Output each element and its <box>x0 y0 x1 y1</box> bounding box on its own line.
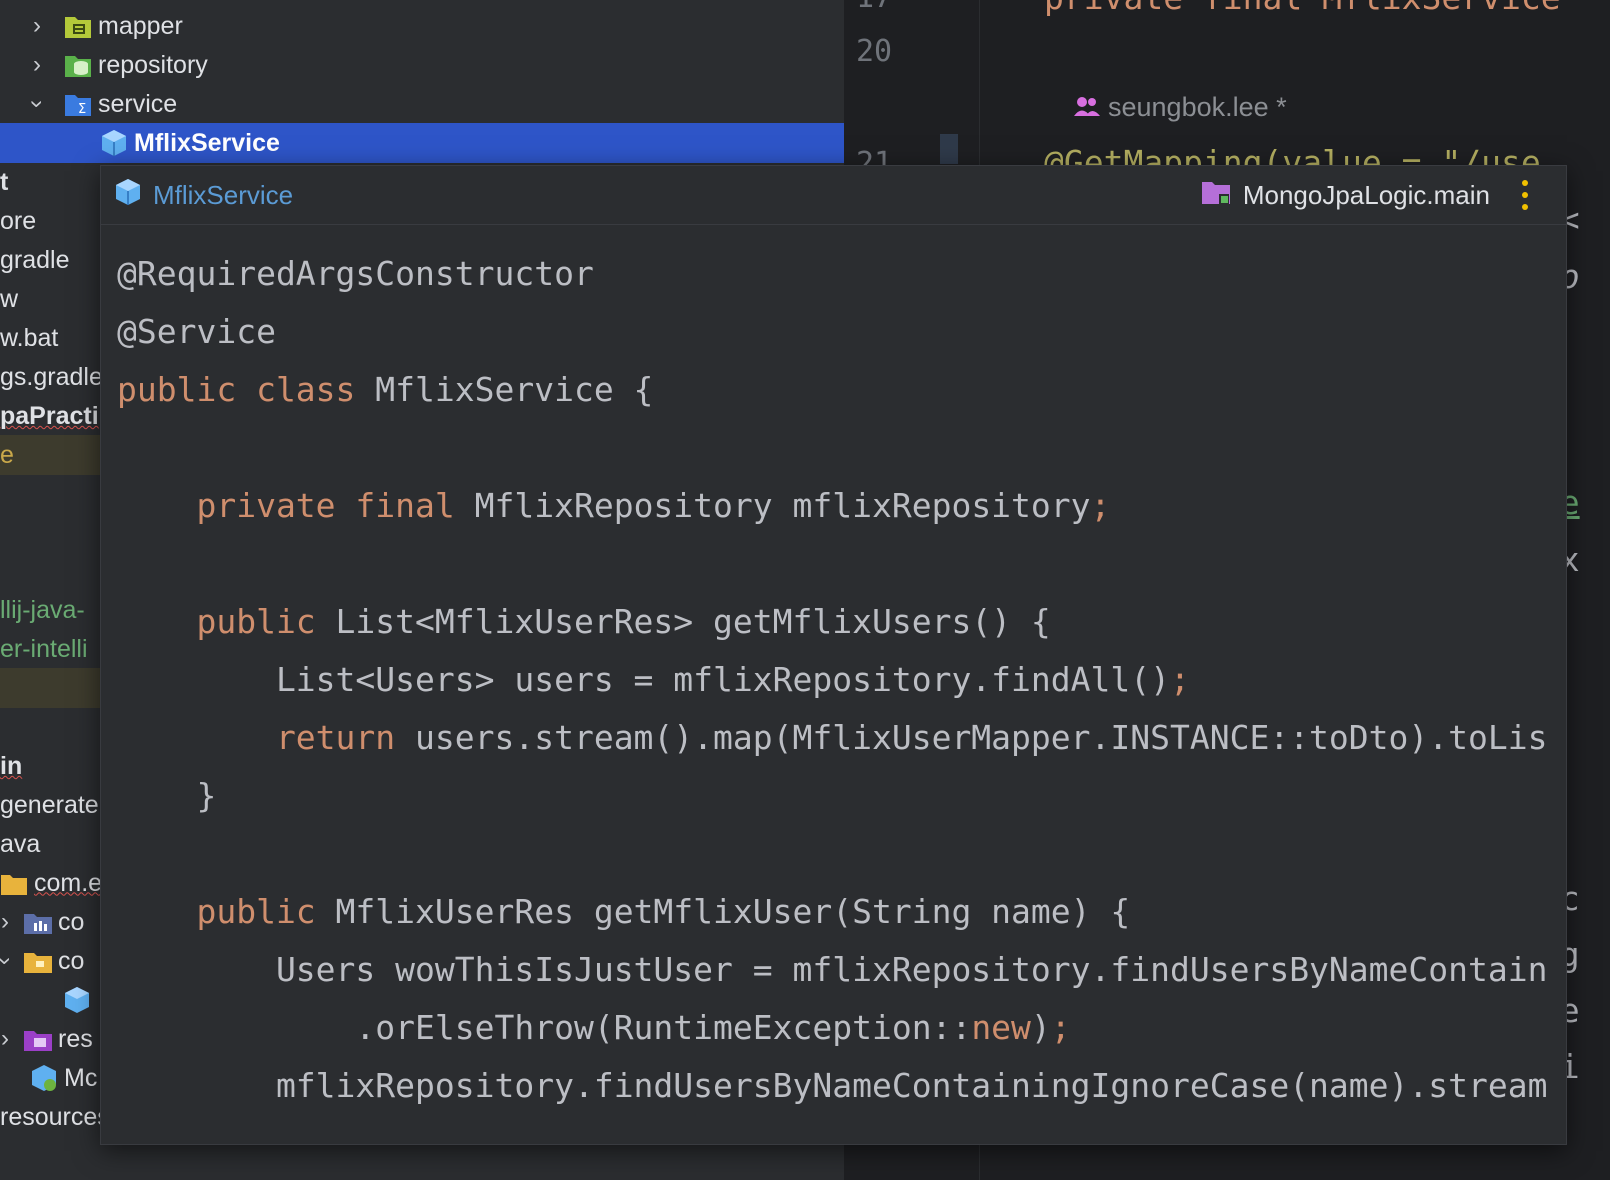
popup-module-label: MongoJpaLogic.main <box>1242 179 1490 210</box>
tree-item-mapper[interactable]: › mapper <box>0 6 844 46</box>
tree-item-label: Mc <box>64 1063 98 1092</box>
code-token: MflixService { <box>375 370 654 409</box>
code-token: .orElseThrow(RuntimeException:: <box>117 1008 972 1047</box>
code-fragment: private final MflixService <box>1044 0 1561 17</box>
code-line[interactable]: public MflixUserRes getMflixUser(String … <box>101 883 1566 941</box>
code-token: @RequiredArgsConstructor <box>117 254 594 293</box>
code-token: MflixRepository mflixRepository <box>474 486 1091 525</box>
chevron-right-icon[interactable]: › <box>24 6 50 46</box>
users-icon <box>1074 92 1100 123</box>
tree-partial-label[interactable]: ava <box>0 824 40 864</box>
code-line[interactable]: @RequiredArgsConstructor <box>101 245 1566 303</box>
tree-item-label: MflixService <box>134 128 280 157</box>
tree-partial-label[interactable]: llij-java- <box>0 590 85 630</box>
tree-item-service[interactable]: › Σ service <box>0 84 844 124</box>
code-line[interactable] <box>101 825 1566 883</box>
tree-item-label: co <box>58 907 85 936</box>
popup-code-area[interactable]: @RequiredArgsConstructor @Service public c… <box>101 225 1566 1115</box>
package-folder-icon <box>0 869 28 897</box>
code-token: mflixRepository.findUsersByNameContainin… <box>117 1066 1548 1105</box>
code-token: ; <box>1170 660 1190 699</box>
author-label: seungbok.lee * <box>1108 92 1287 122</box>
code-token: List<MflixUserRes> getMflixUsers() { <box>335 602 1051 641</box>
code-line[interactable]: public class MflixService { <box>101 361 1566 419</box>
code-line[interactable]: Users wowThisIsJustUser = mflixRepositor… <box>101 941 1566 999</box>
code-token: ; <box>1050 1008 1071 1047</box>
tree-item-repository[interactable]: › repository <box>0 45 844 85</box>
tree-partial-label[interactable]: paPracti <box>0 396 99 436</box>
tree-partial-label[interactable]: er-intelli <box>0 629 88 669</box>
tree-partial-label[interactable]: resources <box>0 1097 110 1137</box>
database-folder-icon <box>64 51 92 79</box>
tree-partial-label[interactable]: ore <box>0 201 36 241</box>
code-token: MflixUserRes getMflixUser(String name) { <box>335 892 1131 931</box>
popup-header: MflixService MongoJpaLogic.main <box>101 166 1566 225</box>
tree-item-label: service <box>98 89 178 118</box>
highlight-row <box>0 668 100 708</box>
code-line[interactable]: return users.stream().map(MflixUserMappe… <box>101 709 1566 767</box>
interface-icon <box>115 178 141 213</box>
popup-module: MongoJpaLogic.main <box>1201 166 1534 224</box>
svg-text:Σ: Σ <box>78 102 86 117</box>
interface-icon[interactable] <box>64 986 90 1019</box>
code-token: private final <box>117 486 475 525</box>
code-token: return <box>117 718 416 757</box>
tree-partial-label[interactable]: generate <box>0 785 99 825</box>
code-line[interactable]: private final MflixRepository mflixRepos… <box>101 477 1566 535</box>
popup-title[interactable]: MflixService <box>115 166 293 224</box>
code-token: new <box>971 1008 1031 1047</box>
resource-folder-icon <box>24 1025 52 1053</box>
package-folder-icon <box>24 947 52 975</box>
code-token: ; <box>1090 486 1111 525</box>
tree-partial-label[interactable]: t <box>0 162 8 202</box>
quick-definition-popup[interactable]: MflixService MongoJpaLogic.main @Require… <box>100 165 1567 1145</box>
chevron-right-icon[interactable]: › <box>0 1019 10 1059</box>
chevron-right-icon[interactable]: › <box>24 45 50 85</box>
code-token: public class <box>117 370 376 409</box>
tree-partial-label[interactable]: w <box>0 279 18 319</box>
code-token: public <box>117 892 336 931</box>
controller-folder-icon <box>24 908 52 936</box>
tree-item-label: repository <box>98 50 208 79</box>
code-line[interactable]: @Service <box>101 303 1566 361</box>
line-number: 20 <box>856 34 893 69</box>
tree-partial-label[interactable]: w.bat <box>0 318 58 358</box>
line-number: 17 <box>856 0 892 15</box>
chevron-down-icon[interactable]: › <box>0 956 25 966</box>
code-token: @Service <box>117 312 276 351</box>
code-token: public <box>117 602 336 641</box>
code-line[interactable]: mflixRepository.findUsersByNameContainin… <box>101 1057 1566 1115</box>
author-annotation: seungbok.lee * <box>1074 92 1287 123</box>
tree-partial-label[interactable]: e <box>0 435 100 475</box>
chevron-down-icon[interactable]: › <box>17 91 57 117</box>
tree-partial-label[interactable]: gs.gradle <box>0 357 103 397</box>
tree-item-label: res <box>58 1024 93 1053</box>
code-line[interactable] <box>101 419 1566 477</box>
tree-item-label: com.e <box>34 868 103 897</box>
code-line[interactable]: } <box>101 767 1566 825</box>
service-folder-icon: Σ <box>64 90 92 118</box>
code-token: List<Users> users = mflixRepository.find… <box>117 660 1170 699</box>
change-marker <box>940 134 958 164</box>
spring-app-icon <box>30 1064 58 1092</box>
tree-item-label: mapper <box>98 11 183 40</box>
tree-partial-label[interactable]: in <box>0 746 22 786</box>
code-token: ) <box>1030 1008 1051 1047</box>
code-token: } <box>117 776 217 815</box>
code-line[interactable] <box>101 535 1566 593</box>
popup-title-label: MflixService <box>153 179 294 210</box>
code-line[interactable]: public List<MflixUserRes> getMflixUsers(… <box>101 593 1566 651</box>
code-token: Users wowThisIsJustUser = mflixRepositor… <box>117 950 1548 989</box>
interface-icon <box>100 129 128 157</box>
code-line[interactable]: List<Users> users = mflixRepository.find… <box>101 651 1566 709</box>
tree-item-mflixservice[interactable]: MflixService <box>0 123 844 163</box>
code-line[interactable]: .orElseThrow(RuntimeException::new); <box>101 999 1566 1057</box>
module-folder-icon <box>1201 179 1231 212</box>
tree-item-label: co <box>58 946 85 975</box>
tree-partial-label[interactable]: gradle <box>0 240 70 280</box>
package-folder-icon <box>64 12 92 40</box>
code-token: users.stream().map(MflixUserMapper.INSTA… <box>415 718 1548 757</box>
more-options-icon[interactable] <box>1516 180 1534 210</box>
chevron-right-icon[interactable]: › <box>0 902 10 942</box>
